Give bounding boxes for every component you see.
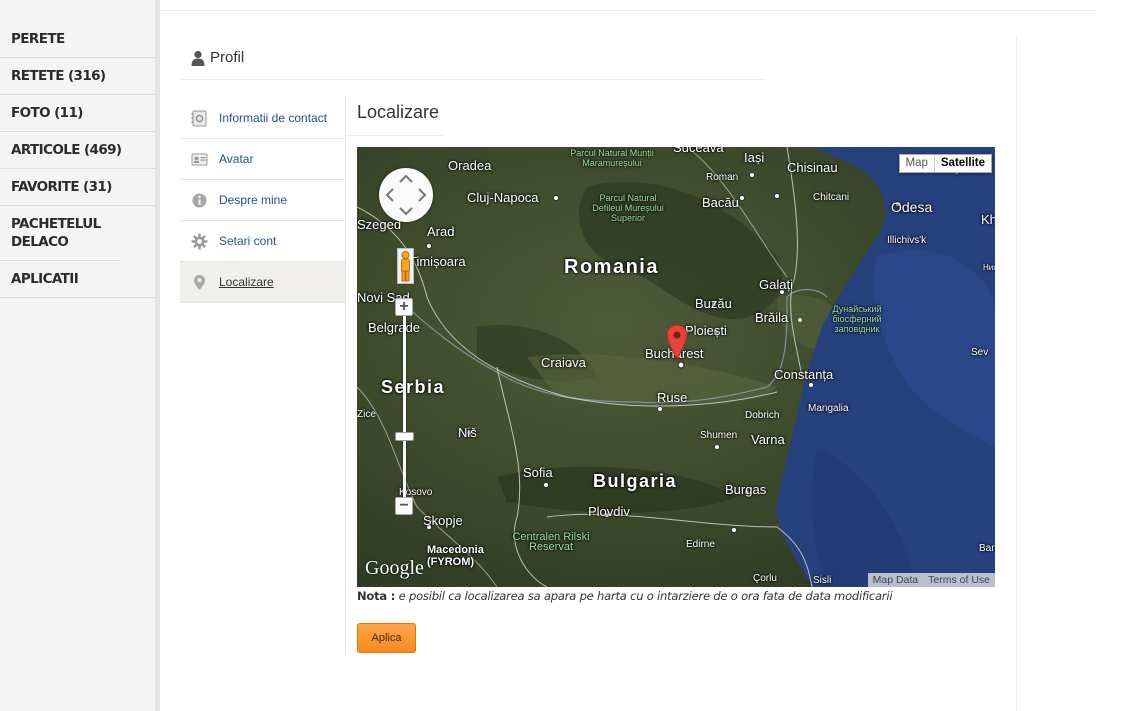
submenu-label: Despre mine <box>219 193 288 207</box>
left-sidebar: PERETE RETETE (316) FOTO (11) ARTICOLE (… <box>0 0 160 711</box>
user-icon <box>191 50 205 66</box>
info-icon <box>191 192 208 209</box>
sidebar-item-pachetelul-delaco[interactable]: PACHETELUL DELACO <box>0 206 120 261</box>
location-marker-icon[interactable] <box>666 324 688 360</box>
submenu-label: Setari cont <box>219 234 277 248</box>
page-title: Profil <box>210 49 245 66</box>
id-card-icon <box>191 151 208 168</box>
zoom-out-button[interactable]: − <box>395 497 413 515</box>
map-data-link[interactable]: Map Data <box>867 573 924 587</box>
submenu-divider <box>345 98 346 655</box>
submenu-item-account-settings[interactable]: Setari cont <box>180 221 345 262</box>
sidebar-item-foto[interactable]: FOTO (11) <box>0 95 155 132</box>
zoom-in-button[interactable]: + <box>395 298 413 316</box>
location-map[interactable]: Romania Serbia Bulgaria Oradea Cluj-Napo… <box>357 147 995 587</box>
submenu-item-contact-info[interactable]: Informatii de contact <box>180 98 345 139</box>
map-type-satellite-button[interactable]: Satellite <box>933 155 991 172</box>
pan-arrows-icon <box>385 174 427 216</box>
section-title-underline <box>346 135 444 136</box>
top-divider <box>160 10 1095 11</box>
contact-card-icon <box>191 110 208 127</box>
zoom-slider-track[interactable] <box>403 315 406 497</box>
note-text: e posibil ca localizarea sa apara pe har… <box>398 589 893 603</box>
submenu-item-avatar[interactable]: Avatar <box>180 139 345 180</box>
location-pin-icon <box>191 274 208 291</box>
street-view-pegman-icon[interactable] <box>397 248 414 284</box>
section-title: Localizare <box>357 102 440 122</box>
sidebar-item-retete[interactable]: RETETE (316) <box>0 58 155 95</box>
profile-submenu: Informatii de contact Avatar Despre mine… <box>180 98 345 303</box>
map-attribution: Map Data Terms of Use <box>867 573 995 587</box>
submenu-item-about-me[interactable]: Despre mine <box>180 180 345 221</box>
right-divider <box>1016 36 1017 711</box>
pan-control[interactable] <box>379 168 433 222</box>
submenu-label: Avatar <box>219 152 254 166</box>
sidebar-item-perete[interactable]: PERETE <box>0 0 155 58</box>
map-type-map-button[interactable]: Map <box>900 155 934 172</box>
google-logo: Google <box>365 557 424 579</box>
profile-header: Profil <box>180 36 763 80</box>
satellite-imagery <box>357 147 995 587</box>
sidebar-item-aplicatii[interactable]: APLICATII <box>0 261 155 298</box>
apply-button[interactable]: Aplica <box>357 623 416 653</box>
terms-of-use-link[interactable]: Terms of Use <box>923 573 995 587</box>
map-type-control: Map Satellite <box>898 154 992 173</box>
note-label: Nota : <box>357 589 396 603</box>
submenu-label: Informatii de contact <box>219 111 328 125</box>
zoom-slider-handle[interactable] <box>395 432 414 441</box>
sidebar-item-favorite[interactable]: FAVORITE (31) <box>0 169 155 206</box>
submenu-item-localizare[interactable]: Localizare <box>180 262 345 303</box>
map-note: Nota : e posibil ca localizarea sa apara… <box>357 589 893 603</box>
sidebar-item-articole[interactable]: ARTICOLE (469) <box>0 132 155 169</box>
submenu-label: Localizare <box>219 275 274 289</box>
gear-icon <box>191 233 208 250</box>
